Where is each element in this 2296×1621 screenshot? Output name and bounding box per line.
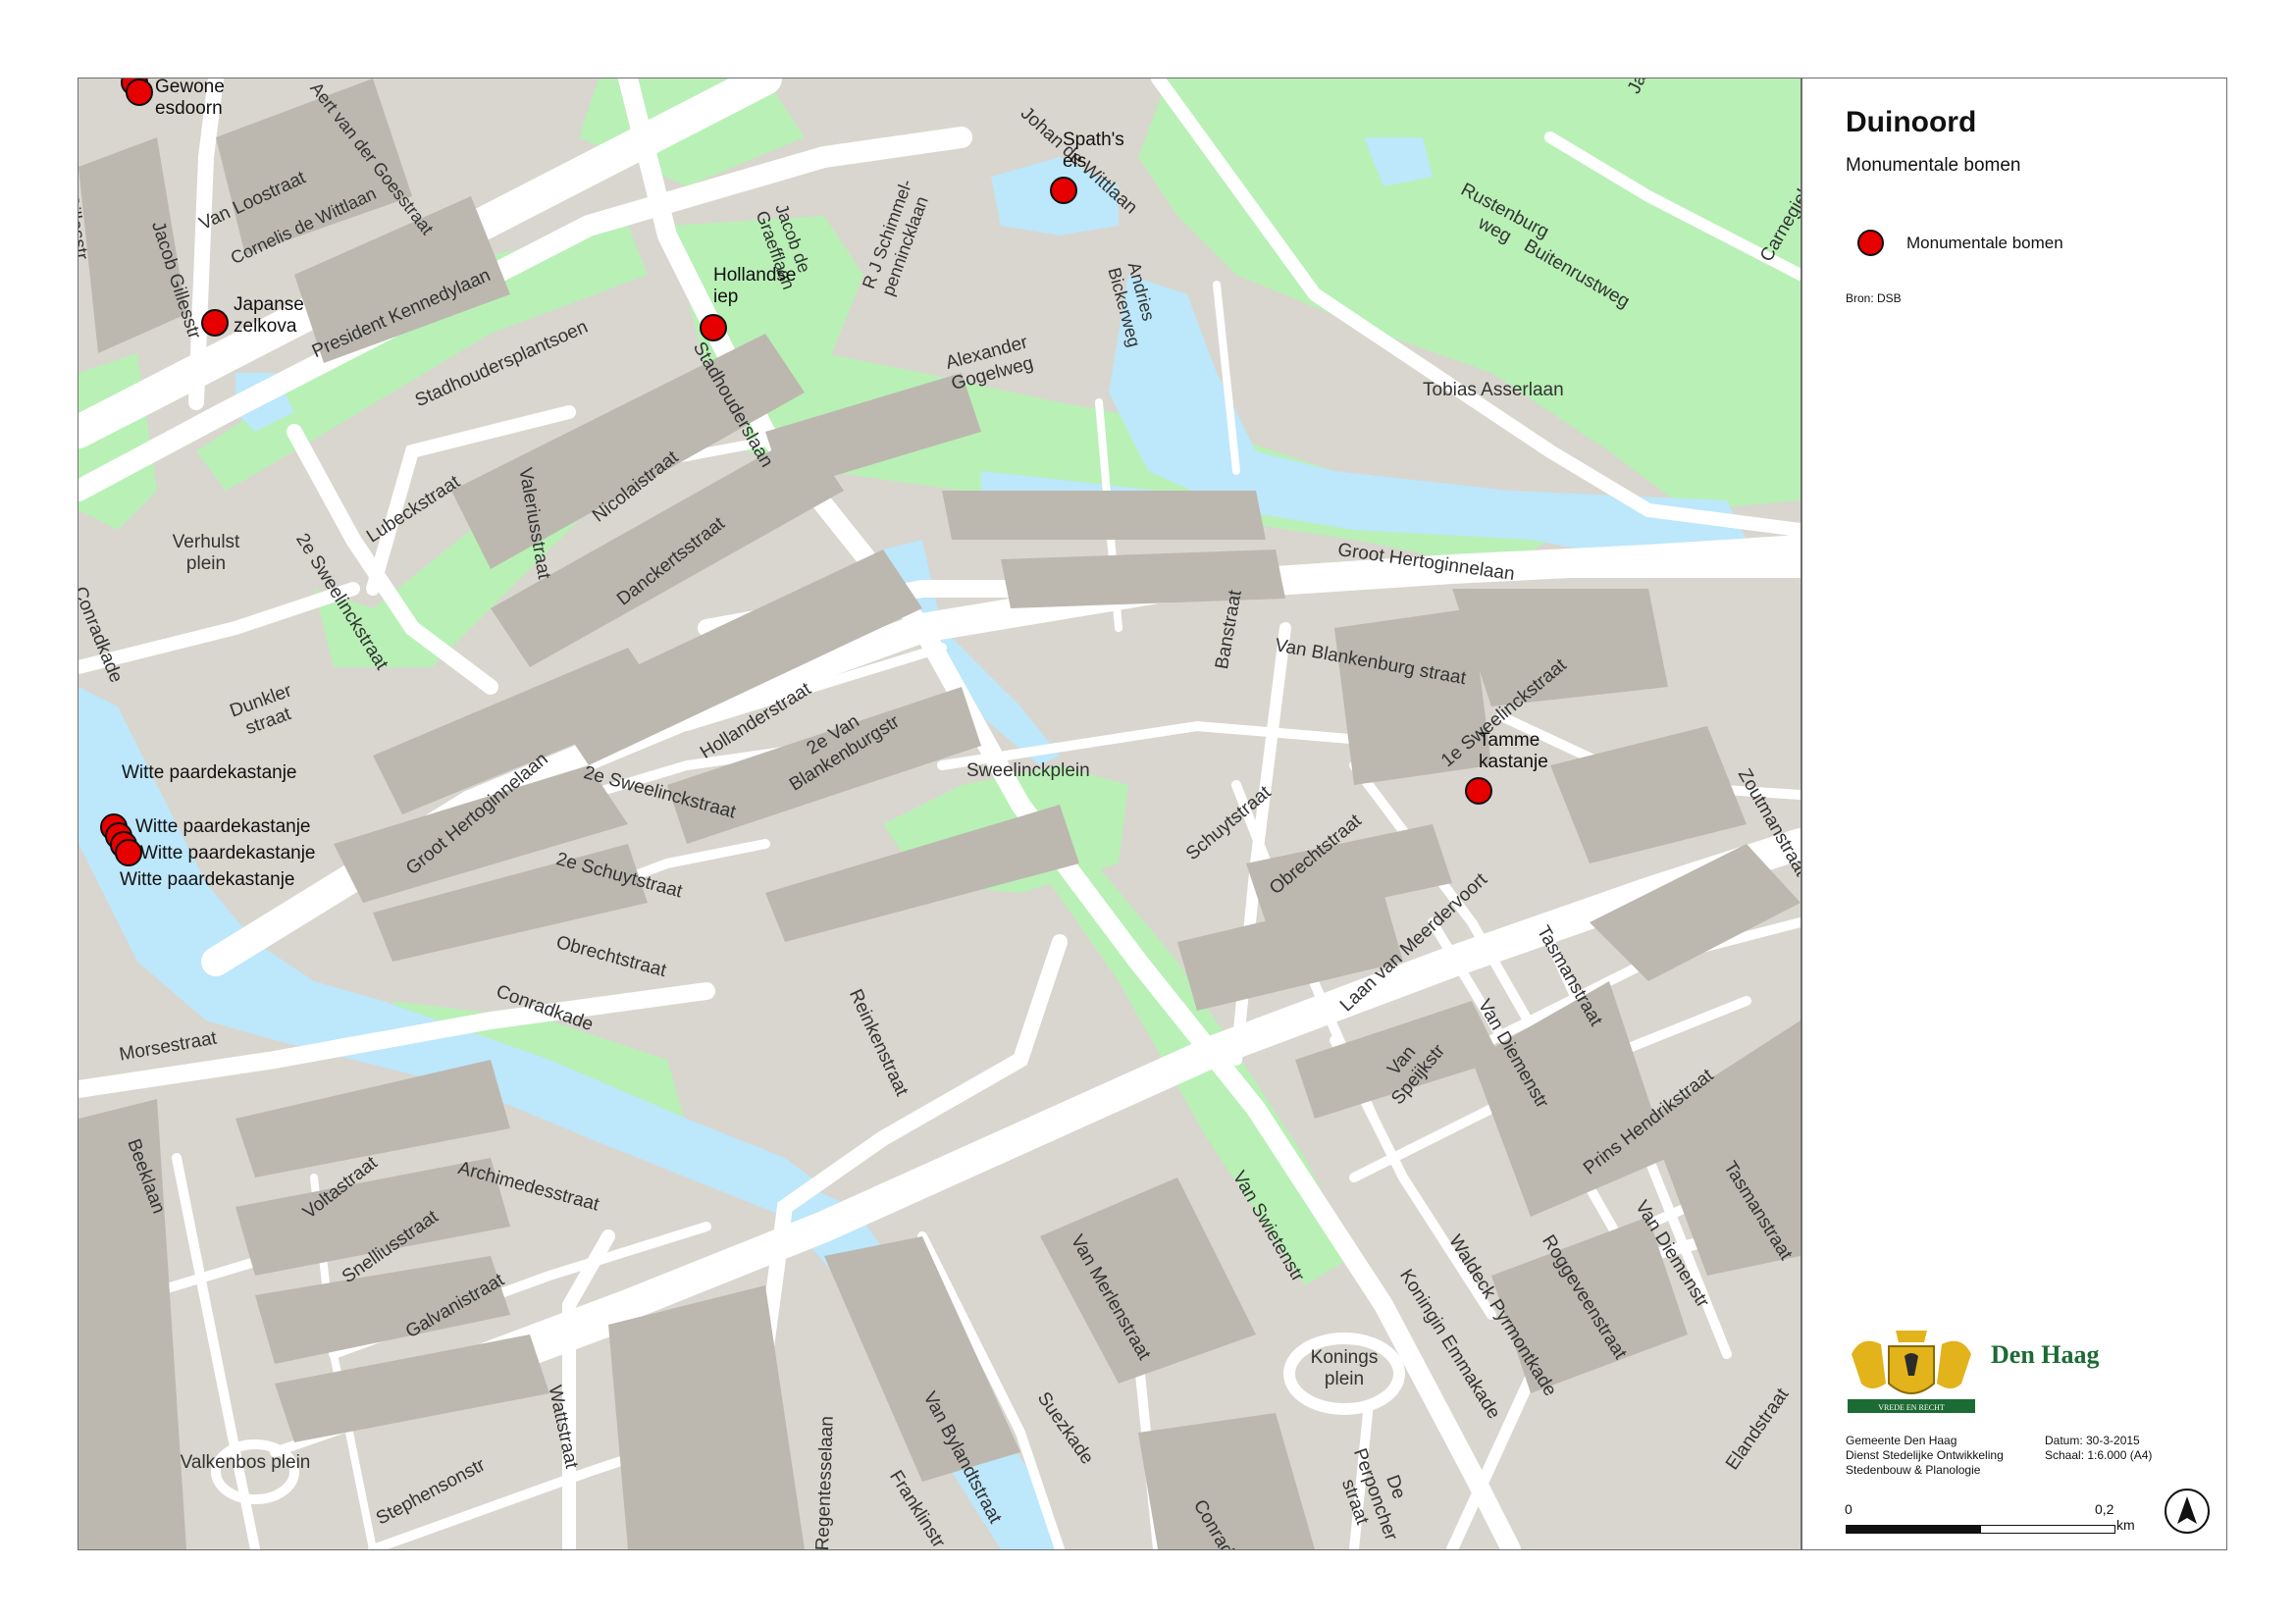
org-unit: Stedenbouw & Planologie bbox=[1846, 1463, 1981, 1477]
tree-label: Witte paardekastanje bbox=[135, 816, 311, 837]
scalebar-start: 0 bbox=[1845, 1501, 1852, 1517]
tree-marker[interactable] bbox=[1465, 777, 1492, 805]
tree-marker[interactable] bbox=[201, 309, 229, 337]
scalebar-end: 0,2 bbox=[2095, 1501, 2114, 1517]
tree-marker[interactable] bbox=[115, 839, 142, 866]
place-label: Sweelinckplein bbox=[966, 760, 1090, 781]
date-text: Datum: 30-3-2015 bbox=[2045, 1434, 2140, 1447]
scalebar bbox=[1846, 1525, 2115, 1534]
place-label: Konings plein bbox=[1310, 1347, 1379, 1389]
street-label: Regentesselaan bbox=[812, 1415, 838, 1549]
scale-text: Schaal: 1:6.000 (A4) bbox=[2045, 1448, 2153, 1462]
scalebar-unit: km bbox=[2116, 1517, 2135, 1533]
place-label: Valkenbos plein bbox=[180, 1452, 311, 1473]
tree-label: Hollandse iep bbox=[713, 265, 797, 307]
north-arrow-icon bbox=[2165, 1489, 2210, 1534]
tree-label: Japanse zelkova bbox=[234, 294, 304, 337]
source-text: Bron: DSB bbox=[1846, 291, 1902, 305]
map-title: Duinoord bbox=[1846, 106, 1977, 138]
map-subtitle: Monumentale bomen bbox=[1846, 155, 2021, 176]
place-label: Verhulst plein bbox=[172, 532, 240, 574]
tree-marker[interactable] bbox=[126, 78, 153, 106]
map-canvas[interactable]: Van Loostraat Aert van der Goesstraat Co… bbox=[78, 78, 1800, 1549]
street-label: Tobias Asserlaan bbox=[1423, 380, 1564, 400]
tree-marker[interactable] bbox=[700, 314, 727, 341]
legend-panel: Duinoord Monumentale bomen Monumentale b… bbox=[1802, 78, 2226, 1549]
tree-label: Gewone esdoorn bbox=[155, 78, 225, 119]
coat-of-arms-icon: VREDE EN RECHT bbox=[1848, 1331, 1975, 1413]
tree-marker[interactable] bbox=[1050, 177, 1077, 204]
tree-label: Spath's els bbox=[1063, 130, 1124, 172]
legend-label: Monumentale bomen bbox=[1906, 234, 2063, 252]
svg-text:VREDE EN RECHT: VREDE EN RECHT bbox=[1878, 1403, 1945, 1412]
org-dept: Dienst Stedelijke Ontwikkeling bbox=[1846, 1448, 2004, 1462]
brand-name: Den Haag bbox=[1991, 1340, 2100, 1369]
org-name: Gemeente Den Haag bbox=[1846, 1434, 1957, 1447]
legend-symbol-icon bbox=[1857, 230, 1884, 256]
tree-label: Witte paardekastanje bbox=[122, 762, 297, 783]
tree-label: Witte paardekastanje bbox=[140, 843, 316, 863]
tree-label: Witte paardekastanje bbox=[120, 869, 295, 890]
tree-label: Tamme kastanje bbox=[1479, 730, 1548, 772]
map-base bbox=[78, 78, 1800, 1549]
